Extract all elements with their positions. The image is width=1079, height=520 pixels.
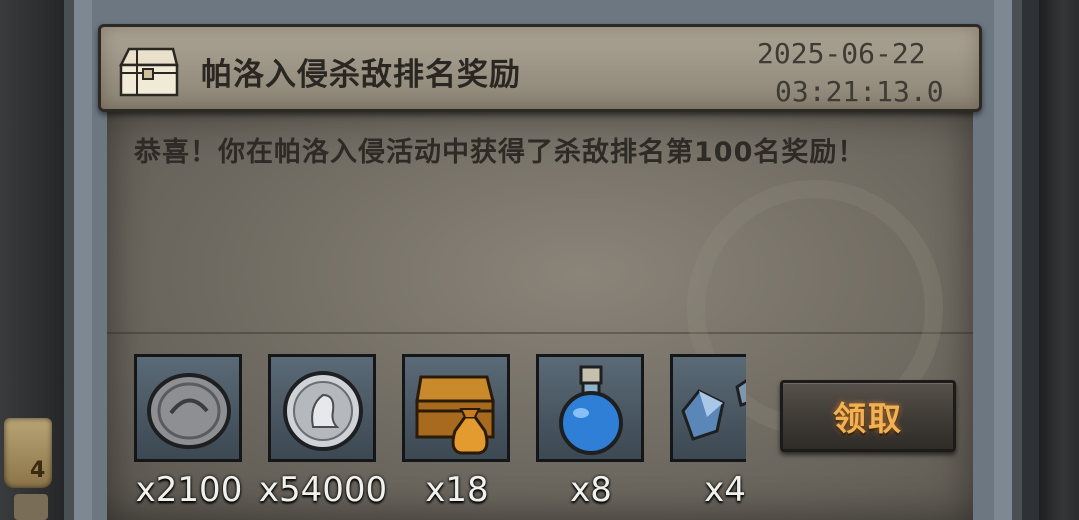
mail-title: 帕洛入侵杀敌排名奖励 <box>201 57 521 93</box>
mail-message: 恭喜！你在帕洛入侵活动中获得了杀敌排名第100名奖励！ <box>134 137 866 168</box>
treasure-chest-icon <box>118 47 179 97</box>
reward-item[interactable]: x54000 <box>259 354 387 520</box>
right-border <box>1039 0 1079 520</box>
chest-and-bag-icon <box>415 375 495 455</box>
crystal-shard-icon <box>681 379 746 441</box>
side-tab[interactable] <box>14 494 48 520</box>
reward-slot <box>134 354 242 462</box>
mail-date: 2025-06-22 <box>757 37 926 70</box>
reward-item[interactable]: x4 <box>670 354 746 520</box>
reward-slot <box>670 354 746 462</box>
reward-slot <box>402 354 510 462</box>
reward-qty: x4 <box>704 470 746 510</box>
reward-slot <box>268 354 376 462</box>
reward-item[interactable]: x18 <box>402 354 512 520</box>
reward-list: x2100 x54000 x18 x8 x4 <box>134 354 746 520</box>
reward-item[interactable]: x8 <box>536 354 646 520</box>
claim-button[interactable]: 领取 <box>780 380 956 452</box>
mail-header: 帕洛入侵杀敌排名奖励 2025-06-22 03:21:13.0 <box>98 24 982 112</box>
scroll-badge: 4 <box>30 458 46 483</box>
dark-coin-icon <box>147 373 231 449</box>
silver-coin-icon <box>283 371 363 451</box>
scroll-icon[interactable]: 4 <box>4 418 52 488</box>
mail-time: 03:21:13.0 <box>775 75 944 108</box>
reward-slot <box>536 354 644 462</box>
blue-potion-icon <box>559 365 623 455</box>
card-divider <box>107 332 973 334</box>
reward-item[interactable]: x2100 <box>134 354 244 520</box>
claim-label: 领取 <box>833 399 903 438</box>
